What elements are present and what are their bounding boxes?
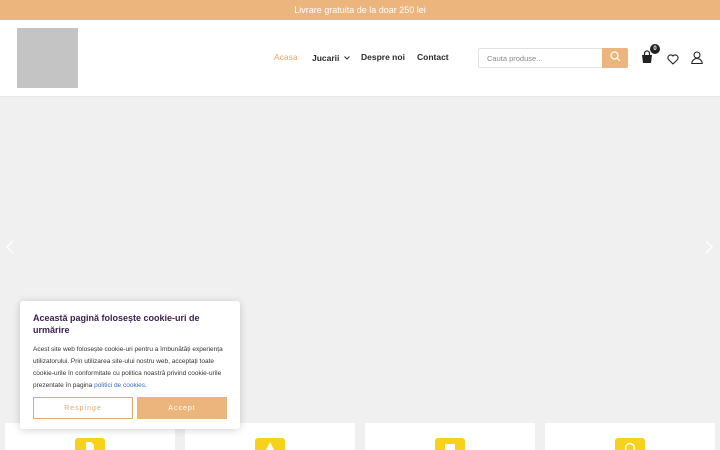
reject-cookies-button[interactable]: Respinge (33, 397, 133, 419)
announcement-bar: Livrare gratuita de la doar 250 lei (0, 0, 720, 20)
nav-item-label: Jucarii (312, 53, 340, 63)
cookie-policy-link[interactable]: politici de cookies (94, 382, 145, 389)
cart-icon (640, 50, 654, 68)
wishlist-button[interactable] (667, 52, 679, 70)
nav-item-contact[interactable]: Contact (417, 52, 449, 62)
document-icon (75, 438, 105, 450)
search-bar (478, 48, 628, 68)
circle-icon (615, 438, 645, 450)
cookie-banner-body-end: . (145, 382, 147, 389)
triangle-icon (255, 438, 285, 450)
nav-item-jucarii[interactable]: Jucarii (312, 52, 351, 63)
accept-cookies-button[interactable]: Accept (137, 397, 227, 419)
nav-item-despre-noi[interactable]: Despre noi (361, 52, 405, 62)
search-icon (609, 49, 621, 67)
announcement-text: Livrare gratuita de la doar 250 lei (294, 5, 426, 15)
site-header: Acasa Jucarii Despre noi Contact 0 (0, 20, 720, 97)
cookie-consent-banner: Această pagină folosește cookie-uri de u… (20, 301, 240, 429)
feature-card (545, 423, 715, 450)
user-icon (691, 51, 703, 68)
site-logo[interactable] (17, 28, 78, 88)
chevron-down-icon (344, 52, 351, 62)
search-input[interactable] (479, 49, 603, 67)
nav-item-acasa[interactable]: Acasa (274, 52, 298, 62)
heart-icon (667, 52, 679, 69)
chevron-right-icon (705, 240, 713, 258)
feature-card (365, 423, 535, 450)
box-icon (435, 438, 465, 450)
slider-prev-button[interactable] (6, 240, 14, 259)
cookie-banner-title: Această pagină folosește cookie-uri de u… (33, 313, 200, 335)
slider-next-button[interactable] (705, 240, 713, 259)
cookie-banner-text: Acest site web folosește cookie-uri pent… (33, 344, 227, 392)
cart-count-badge: 0 (650, 44, 660, 54)
account-button[interactable] (691, 51, 703, 69)
cookie-actions: Respinge Accept (33, 397, 227, 419)
search-button[interactable] (602, 48, 628, 68)
chevron-left-icon (6, 240, 14, 258)
